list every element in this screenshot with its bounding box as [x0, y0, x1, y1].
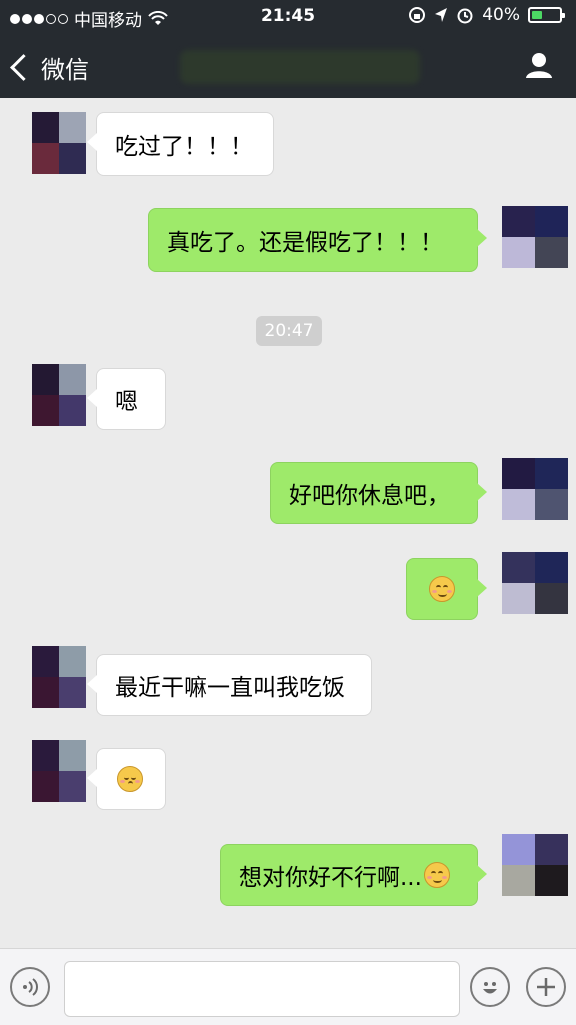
status-bar: 中国移动 21:45 40%: [0, 0, 576, 32]
chat-area[interactable]: 吃过了！！！ 真吃了。还是假吃了！！！ 20:47 嗯 好吧你休息吧， 最近干嘛…: [0, 98, 576, 948]
message-bubble[interactable]: 吃过了！！！: [87, 112, 274, 176]
message-text: 嗯: [115, 389, 138, 415]
my-avatar[interactable]: [502, 834, 568, 896]
navigation-bar: 微信: [0, 40, 576, 92]
more-options-button[interactable]: [526, 967, 566, 1007]
contact-avatar[interactable]: [32, 112, 86, 174]
voice-input-button[interactable]: [10, 967, 50, 1007]
smile-emoji-icon: [423, 862, 450, 888]
message-text: 最近干嘛一直叫我吃饭: [115, 675, 345, 701]
shy-emoji-icon: [117, 766, 143, 792]
message-text: 真吃了。还是假吃了！！！: [167, 230, 443, 256]
message-text: 想对你好不行啊...: [239, 865, 422, 891]
message-bubble[interactable]: 想对你好不行啊...: [220, 844, 487, 906]
battery-icon: [528, 7, 565, 23]
chat-title-blurred: [180, 50, 420, 84]
contact-profile-icon[interactable]: [524, 50, 554, 80]
contact-avatar[interactable]: [32, 364, 86, 426]
smile-emoji-icon: [429, 576, 455, 602]
contact-avatar[interactable]: [32, 740, 86, 802]
chevron-left-icon: [10, 54, 37, 81]
location-icon: [435, 8, 448, 22]
message-bubble[interactable]: 真吃了。还是假吃了！！！: [148, 208, 487, 272]
battery-percent: 40%: [482, 5, 520, 25]
my-avatar[interactable]: [502, 206, 568, 268]
message-input[interactable]: [64, 961, 460, 1017]
voice-icon: [23, 978, 38, 996]
message-bubble[interactable]: 好吧你休息吧，: [270, 462, 487, 524]
plus-icon: [537, 978, 555, 996]
back-button[interactable]: 微信: [10, 50, 89, 85]
contact-avatar[interactable]: [32, 646, 86, 708]
message-bubble[interactable]: 嗯: [87, 368, 166, 430]
status-right: 40%: [408, 5, 565, 25]
message-bubble[interactable]: [406, 558, 487, 620]
top-header: 中国移动 21:45 40% 微信: [0, 0, 576, 98]
alarm-icon: [457, 8, 473, 24]
emoji-button[interactable]: [470, 967, 510, 1007]
back-label: 微信: [41, 56, 89, 84]
input-bar: [0, 948, 576, 1025]
my-avatar[interactable]: [502, 458, 568, 520]
message-bubble[interactable]: [87, 748, 166, 810]
message-text: 吃过了！！！: [115, 134, 253, 160]
my-avatar[interactable]: [502, 552, 568, 614]
chat-timestamp: 20:47: [256, 316, 322, 346]
rotation-lock-icon: [409, 7, 426, 23]
message-text: 好吧你休息吧，: [289, 483, 450, 509]
smiley-face-icon: [483, 982, 497, 994]
message-bubble[interactable]: 最近干嘛一直叫我吃饭: [87, 654, 372, 716]
